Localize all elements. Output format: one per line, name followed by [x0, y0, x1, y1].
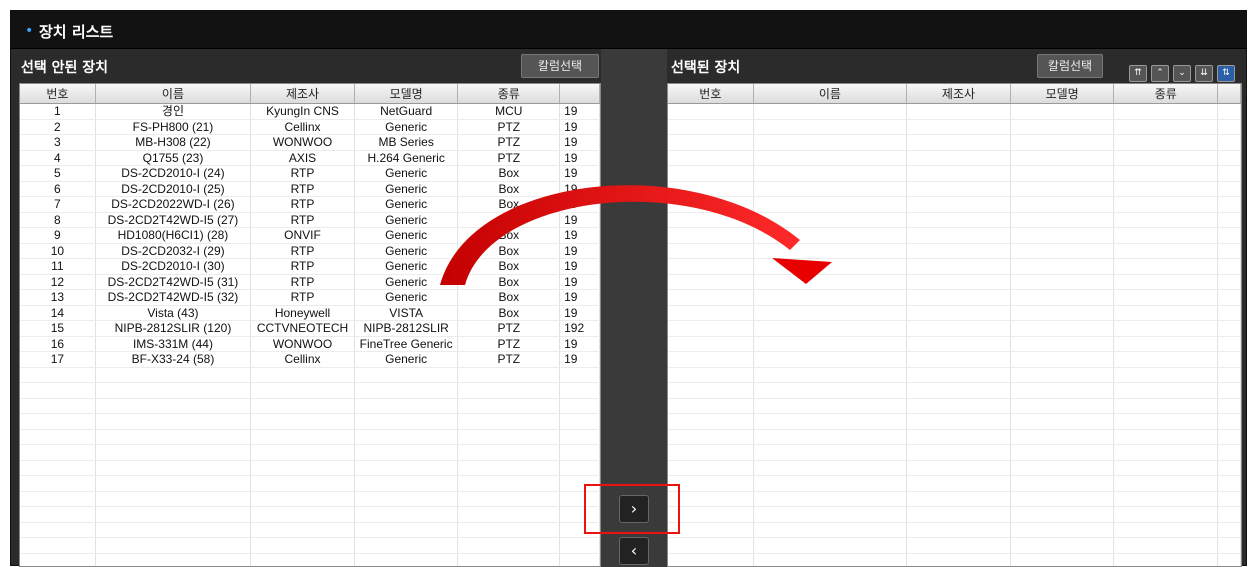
- annotation-highlight-box: [584, 484, 680, 534]
- annotation-arrow-icon: [0, 0, 1257, 566]
